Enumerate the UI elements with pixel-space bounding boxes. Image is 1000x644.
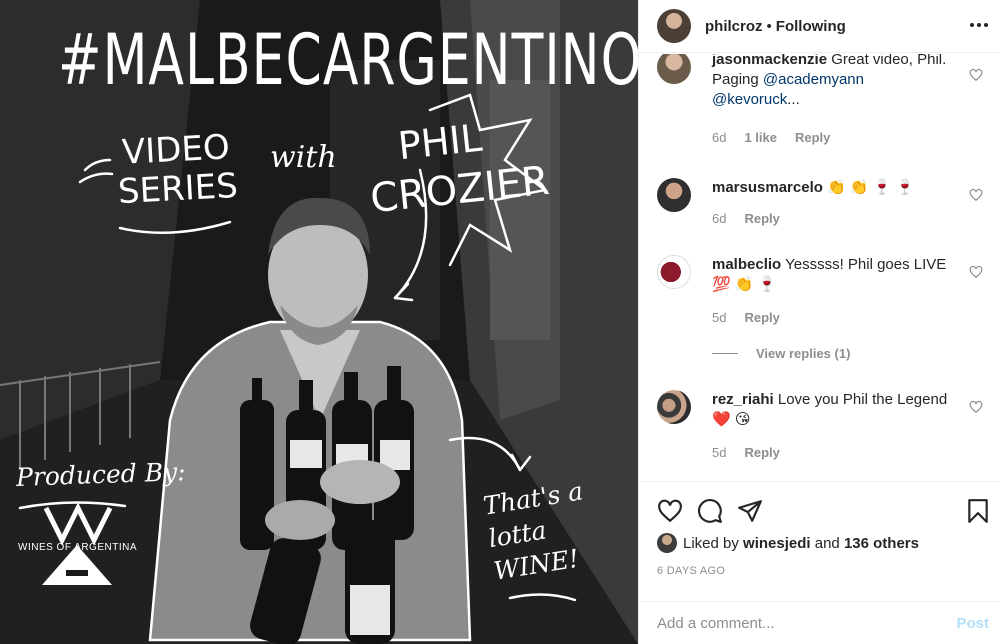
view-replies-button[interactable]: View replies (1) [712, 346, 850, 361]
comment-body: Love you Phil the Legend [777, 391, 948, 408]
comment-meta: 6d 1 like Reply [712, 130, 830, 145]
commenter-avatar[interactable] [657, 178, 691, 212]
comment-text: marsusmarcelo 👏 👏 🍷 🍷 [712, 178, 952, 198]
commenter-avatar[interactable] [657, 54, 691, 84]
follow-status-button[interactable]: Following [776, 18, 846, 35]
like-comment-heart-icon[interactable] [969, 400, 983, 414]
add-comment-input[interactable] [657, 615, 957, 632]
comment-body: 👏 👏 🍷 🍷 [827, 179, 915, 196]
liker-avatar[interactable] [657, 533, 677, 553]
comments-list[interactable]: jasonmackenzie Great video, Phil. Paging… [639, 54, 1000, 480]
add-comment-bar: Post [639, 601, 1000, 644]
author-avatar[interactable] [657, 9, 691, 43]
post-image[interactable]: #MALBECARGENTINO VIDEO SERIES with PHIL … [0, 0, 638, 644]
like-comment-heart-icon[interactable] [969, 188, 983, 202]
likes-others-link[interactable]: 136 others [844, 535, 919, 552]
comment-emojis: ❤️ 😘 [712, 411, 751, 428]
comment-meta: 5d Reply [712, 310, 780, 325]
comment-text: rez_riahi Love you Phil the Legend ❤️ 😘 [712, 390, 952, 430]
save-bookmark-icon[interactable] [965, 498, 991, 524]
comment-time: 6d [712, 211, 727, 226]
reply-button[interactable]: Reply [744, 445, 779, 460]
share-paper-plane-icon[interactable] [737, 498, 763, 524]
like-comment-heart-icon[interactable] [969, 68, 983, 82]
post-header: philcroz • Following [639, 0, 1000, 53]
author-username[interactable]: philcroz [705, 18, 763, 35]
comment-trailing: ... [787, 91, 800, 108]
like-heart-icon[interactable] [657, 498, 683, 524]
phil-text: PHIL [395, 115, 484, 169]
reply-button[interactable]: Reply [744, 310, 779, 325]
reply-button[interactable]: Reply [795, 130, 830, 145]
post-comment-button[interactable]: Post [956, 615, 989, 632]
with-text: with [270, 140, 337, 175]
mention-link[interactable]: @kevoruck [712, 91, 787, 108]
lotta-wine-text: That's a lotta WINE! [481, 476, 585, 586]
mention-link[interactable]: @academyann [763, 71, 864, 88]
post-timestamp[interactable]: 6 DAYS AGO [657, 565, 725, 577]
video-text: VIDEO [121, 127, 231, 173]
action-icon-row [657, 498, 763, 524]
comment-time: 5d [712, 310, 727, 325]
liker-username[interactable]: winesjedi [743, 535, 811, 552]
comment-emojis: 💯 👏 🍷 [712, 276, 777, 293]
likes-prefix: Liked by [683, 534, 739, 552]
commenter-username[interactable]: malbeclio [712, 256, 781, 273]
comment-text: malbeclio Yesssss! Phil goes LIVE 💯 👏 🍷 [712, 255, 952, 295]
more-options-icon[interactable] [969, 15, 989, 35]
comment-body: Yesssss! Phil goes LIVE [785, 256, 947, 273]
reply-button[interactable]: Reply [744, 211, 779, 226]
produced-by-text: Produced By: [15, 457, 187, 492]
commenter-username[interactable]: rez_riahi [712, 391, 774, 408]
comment-time: 5d [712, 445, 727, 460]
comment-time: 6d [712, 130, 727, 145]
view-replies-label: View replies (1) [756, 346, 851, 361]
likes-summary: Liked by winesjedi and 136 others [657, 533, 919, 553]
post-side-panel: philcroz • Following jasonmackenzie Grea… [638, 0, 1000, 644]
post-actions: Liked by winesjedi and 136 others 6 DAYS… [639, 481, 1000, 644]
comment-meta: 6d Reply [712, 211, 780, 226]
replies-divider [712, 353, 738, 354]
wines-of-argentina-text: WINES OF ARGENTINA [18, 542, 138, 553]
comment-bubble-icon[interactable] [697, 498, 723, 524]
commenter-username[interactable]: jasonmackenzie [712, 54, 827, 68]
like-comment-heart-icon[interactable] [969, 265, 983, 279]
likes-middle: and [814, 534, 840, 552]
header-separator: • [766, 17, 772, 35]
hashtag-text: #MALBECARGENTINO [58, 20, 638, 102]
commenter-avatar[interactable] [657, 390, 691, 424]
comment-text: jasonmackenzie Great video, Phil. Paging… [712, 54, 952, 110]
commenter-username[interactable]: marsusmarcelo [712, 179, 823, 196]
series-text: SERIES [117, 165, 239, 213]
commenter-avatar[interactable] [657, 255, 691, 289]
comment-meta: 5d Reply [712, 445, 780, 460]
comment-likes[interactable]: 1 like [744, 130, 777, 145]
